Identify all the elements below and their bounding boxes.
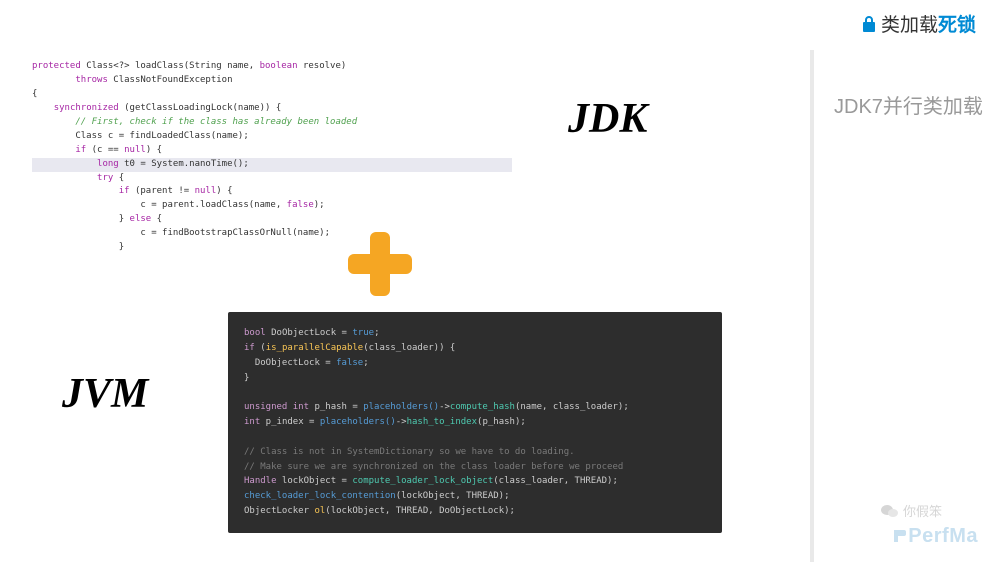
brand-text-prefix: 类加载 (881, 15, 938, 36)
wechat-attribution: 你假笨 (881, 501, 942, 522)
wechat-name: 你假笨 (903, 504, 942, 519)
right-column: JDK7并行类加载 (810, 50, 1000, 562)
brand-text-suffix: 死锁 (938, 15, 976, 36)
footer-brand: PerfMa (892, 525, 978, 548)
plus-icon (348, 232, 412, 296)
lock-icon (861, 15, 877, 39)
top-brand: 类加载死锁 (861, 10, 976, 39)
slide-subtitle: JDK7并行类加载 (834, 90, 983, 119)
jvm-label: JVM (62, 370, 148, 418)
wechat-icon (881, 504, 899, 522)
cpp-code-block: bool DoObjectLock = true; if (is_paralle… (228, 312, 722, 533)
jdk-label: JDK (568, 95, 647, 143)
java-code-block: protected Class<?> loadClass(String name… (32, 60, 512, 255)
